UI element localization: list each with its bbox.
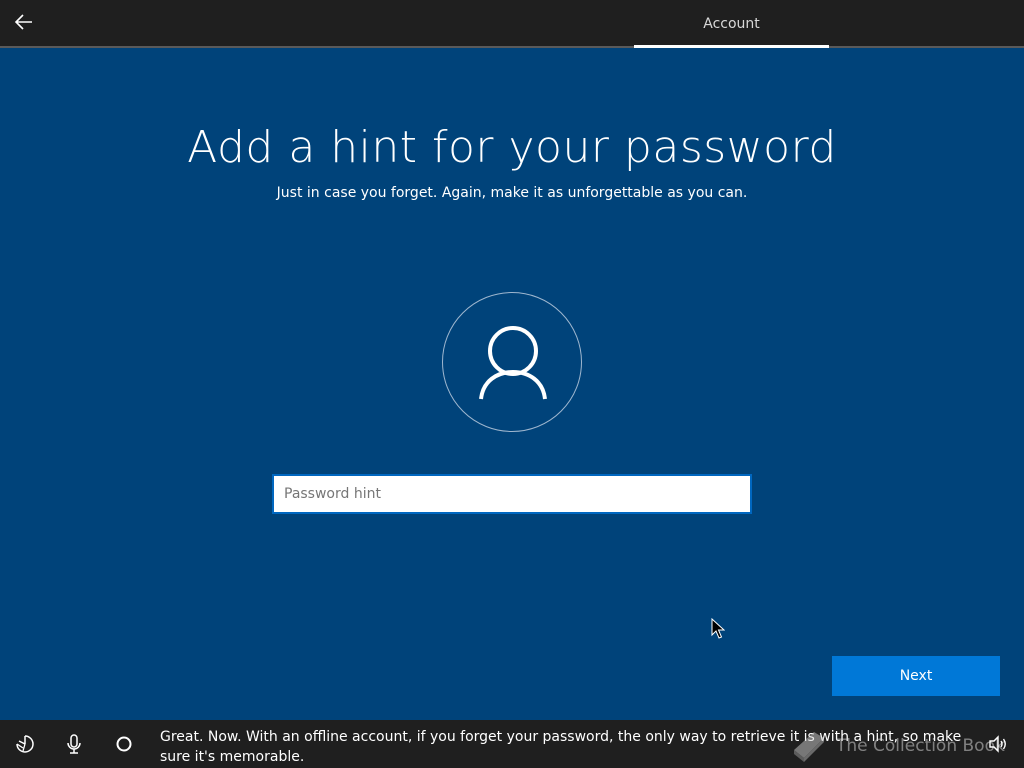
book-icon xyxy=(794,732,824,762)
back-button[interactable] xyxy=(8,8,40,40)
watermark-text: The Collection Book xyxy=(836,736,1005,756)
user-icon xyxy=(479,326,547,400)
mouse-cursor-icon xyxy=(711,617,726,644)
microphone-icon[interactable] xyxy=(62,732,86,756)
header-divider xyxy=(0,46,1024,48)
watermark: The Collection Book xyxy=(790,724,1010,766)
cortana-icon[interactable] xyxy=(112,732,136,756)
page-title: Add a hint for your password xyxy=(187,122,837,173)
bottom-bar: Great. Now. With an offline account, if … xyxy=(0,720,1024,768)
page-subtitle: Just in case you forget. Again, make it … xyxy=(276,185,748,201)
top-bar: Account xyxy=(0,0,1024,48)
ease-of-access-icon[interactable] xyxy=(13,732,37,756)
avatar xyxy=(442,292,582,432)
arrow-left-icon xyxy=(14,12,34,36)
tab-account-indicator xyxy=(634,45,829,48)
tab-account: Account xyxy=(703,16,760,32)
volume-icon[interactable] xyxy=(986,732,1010,756)
next-button[interactable]: Next xyxy=(832,656,1000,696)
password-hint-input[interactable] xyxy=(272,474,752,514)
